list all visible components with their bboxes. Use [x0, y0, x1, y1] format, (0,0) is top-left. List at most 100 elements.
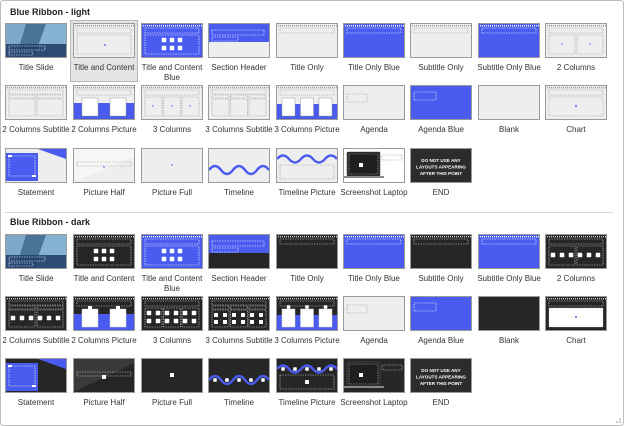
thumbnail-graphic [142, 149, 202, 182]
thumbnail-graphic [546, 235, 606, 268]
thumbnail-graphic [479, 24, 539, 57]
section-title-light: Blue Ribbon - light [10, 7, 90, 17]
thumbnail-graphic [74, 235, 134, 268]
thumbnail-graphic [277, 235, 337, 268]
layout-thumbnail [545, 85, 607, 120]
end-warning-line: LAYOUTS APPEARING [416, 165, 466, 170]
thumbnail-graphic [74, 24, 134, 57]
layout-thumbnail [73, 148, 135, 183]
layout-thumbnail: DO NOT USE ANY LAYOUTS APPEARING AFTER THI… [410, 358, 472, 393]
layout-label: Timeline [224, 188, 254, 197]
thumbnail-graphic [411, 86, 471, 119]
layout-thumbnail [73, 234, 135, 269]
layout-label: Agenda Blue [418, 125, 464, 134]
layout-thumbnail [343, 23, 405, 58]
layout-label: Statement [17, 188, 55, 197]
thumbnail-graphic: DO NOT USE ANY LAYOUTS APPEARINGAFTER THI… [411, 359, 471, 392]
layout-label: Section Header [211, 63, 267, 72]
layout-thumbnail [208, 234, 270, 269]
thumbnail-graphic [479, 235, 539, 268]
layout-label: 2 Columns [556, 63, 596, 72]
thumbnail-graphic [6, 297, 66, 330]
thumbnail-graphic [344, 297, 404, 330]
layout-thumbnail [141, 296, 203, 331]
layout-label: Picture Half [83, 188, 125, 197]
layout-label: Subtitle Only [418, 274, 464, 283]
layout-thumbnail [73, 85, 135, 120]
layout-thumbnail [343, 296, 405, 331]
layout-thumbnail [410, 85, 472, 120]
thumbnail-graphic [74, 86, 134, 119]
layout-label: Title and Content [73, 274, 135, 283]
resize-grip-icon[interactable] [613, 415, 621, 423]
layout-label: 3 Columns Subtitle [205, 125, 273, 134]
layout-thumbnail [410, 296, 472, 331]
layout-label: END [432, 188, 450, 197]
layout-thumbnail [276, 234, 338, 269]
end-warning-line: LAYOUTS APPEARING [416, 375, 466, 380]
thumbnail-graphic [277, 86, 337, 119]
thumbnail-graphic [209, 359, 269, 392]
thumbnail-graphic [277, 24, 337, 57]
thumbnail-graphic [6, 359, 66, 392]
layout-label: 2 Columns Picture [71, 336, 137, 345]
layout-thumbnail [208, 296, 270, 331]
end-warning-line: AFTER THIS POINT [420, 171, 463, 176]
layout-thumbnail [343, 358, 405, 393]
layout-thumbnail [5, 23, 67, 58]
layout-label: Title Slide [18, 63, 54, 72]
layout-label: 3 Columns Subtitle [205, 336, 273, 345]
layout-thumbnail [141, 23, 203, 58]
thumbnail-graphic [74, 359, 134, 392]
thumbnail-graphic [479, 86, 539, 119]
layout-thumbnail [343, 148, 405, 183]
layout-label: 2 Columns [556, 274, 596, 283]
thumbnail-graphic [74, 149, 134, 182]
thumbnail-graphic [6, 149, 66, 182]
layout-label: Subtitle Only [418, 63, 464, 72]
layout-label: Agenda Blue [418, 336, 464, 345]
layout-thumbnail [141, 234, 203, 269]
layout-thumbnail [141, 148, 203, 183]
thumbnail-graphic [142, 297, 202, 330]
layout-thumbnail [478, 296, 540, 331]
layout-label: Section Header [211, 274, 267, 283]
layout-thumbnail [478, 23, 540, 58]
layout-thumbnail [5, 148, 67, 183]
thumbnail-graphic [209, 297, 269, 330]
layout-label: Chart [566, 125, 586, 134]
layout-thumbnail [5, 85, 67, 120]
thumbnail-graphic [74, 297, 134, 330]
thumbnail-graphic [6, 235, 66, 268]
layout-thumbnail [410, 234, 472, 269]
layout-label: Chart [566, 336, 586, 345]
thumbnail-graphic [546, 24, 606, 57]
end-warning-line: AFTER THIS POINT [420, 381, 463, 386]
layout-thumbnail [276, 148, 338, 183]
thumbnail-graphic [209, 24, 269, 57]
thumbnail-graphic [411, 24, 471, 57]
thumbnail-graphic [6, 86, 66, 119]
thumbnail-graphic: DO NOT USE ANY LAYOUTS APPEARINGAFTER THI… [411, 149, 471, 182]
thumbnail-graphic [546, 297, 606, 330]
thumbnail-graphic [344, 86, 404, 119]
thumbnail-graphic [6, 24, 66, 57]
layout-thumbnail [276, 85, 338, 120]
layout-thumbnail: DO NOT USE ANY LAYOUTS APPEARING AFTER THI… [410, 148, 472, 183]
thumbnail-graphic [479, 297, 539, 330]
layout-label: 2 Columns Subtitle [2, 125, 70, 134]
thumbnail-graphic [142, 24, 202, 57]
layout-label: Picture Half [83, 398, 125, 407]
layout-thumbnail [73, 296, 135, 331]
layout-thumbnail [343, 234, 405, 269]
layout-label: END [432, 398, 450, 407]
thumbnail-graphic [209, 235, 269, 268]
thumbnail-graphic [277, 297, 337, 330]
layout-label: Statement [17, 398, 55, 407]
thumbnail-graphic [344, 235, 404, 268]
section-divider [5, 212, 613, 213]
layout-thumbnail [141, 358, 203, 393]
thumbnail-graphic [344, 149, 404, 182]
thumbnail-graphic [411, 297, 471, 330]
layout-label: Title and Content [73, 63, 135, 72]
